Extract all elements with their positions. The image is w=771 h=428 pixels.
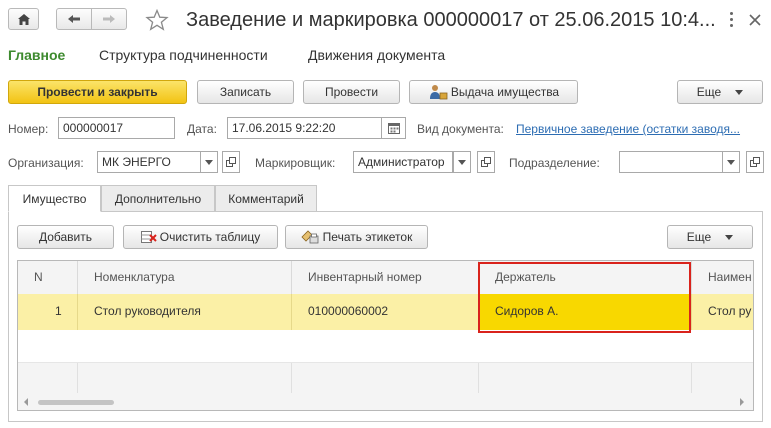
chevron-down-icon [458,159,466,165]
col-item[interactable]: Номенклатура [78,261,292,294]
doctype-label: Вид документа: [417,122,504,136]
col-divider [77,363,78,393]
open-icon [750,157,760,167]
date-picker-button[interactable] [382,117,406,139]
cell-item: Стол руководителя [78,294,292,330]
scrollbar-thumb[interactable] [38,400,114,405]
dept-dropdown-button[interactable] [722,151,740,173]
marker-label: Маркировщик: [255,156,336,170]
nav-structure[interactable]: Структура подчиненности [99,47,268,63]
print-labels-icon [301,230,319,244]
col-divider [291,363,292,393]
tab-comment[interactable]: Комментарий [215,185,317,212]
write-label: Записать [219,85,272,99]
cell-n: 1 [18,294,78,330]
doctype-link[interactable]: Первичное заведение (остатки заводя... [516,122,762,136]
open-icon [226,157,236,167]
org-open-button[interactable] [222,151,240,173]
tab-property-label: Имущество [22,191,87,206]
tab-property[interactable]: Имущество [8,185,101,212]
tab-comment-label: Комментарий [228,191,304,206]
table-empty-row [18,363,753,393]
chevron-down-icon [205,159,213,165]
clear-table-icon [140,231,157,243]
date-label: Дата: [187,122,217,136]
col-divider [478,363,479,393]
post-and-close-label: Провести и закрыть [37,85,158,99]
chevron-down-icon [735,89,744,95]
col-n[interactable]: N [18,261,78,294]
nav-main[interactable]: Главное [8,47,65,63]
post-label: Провести [324,85,379,99]
number-field[interactable]: 000000017 [58,117,175,139]
nav-movements[interactable]: Движения документа [308,47,445,63]
org-label: Организация: [8,156,84,170]
table-more-label: Еще [686,230,712,244]
org-dropdown-button[interactable] [200,151,218,173]
col-divider [691,363,692,393]
clear-table-label: Очистить таблицу [159,230,261,244]
dept-field[interactable] [619,151,737,173]
marker-dropdown-button[interactable] [453,151,471,173]
table-more-button[interactable]: Еще [667,225,753,249]
scroll-right-arrow-icon[interactable] [740,398,744,406]
issue-property-label: Выдача имущества [450,85,560,99]
chevron-down-icon [725,234,734,240]
post-button[interactable]: Провести [303,80,400,104]
close-icon[interactable] [749,14,761,26]
forward-arrow-icon [103,15,115,23]
open-icon [481,157,491,167]
holder-cell-highlight [478,262,691,333]
add-button[interactable]: Добавить [17,225,114,249]
back-button[interactable] [56,8,92,30]
issue-icon [429,85,448,100]
home-button[interactable] [8,8,39,30]
col-inv[interactable]: Инвентарный номер [292,261,479,294]
marker-field[interactable]: Администратор [353,151,453,173]
star-icon[interactable] [145,9,169,31]
date-field[interactable]: 17.06.2015 9:22:20 [227,117,382,139]
add-label: Добавить [38,230,93,244]
chevron-down-icon [727,159,735,165]
dept-open-button[interactable] [746,151,764,173]
print-labels-label: Печать этикеток [322,230,413,244]
cell-inv: 010000060002 [292,294,479,330]
cell-name: Стол ру [708,304,752,318]
forward-button[interactable] [91,8,127,30]
print-labels-button[interactable]: Печать этикеток [285,225,428,249]
horizontal-scrollbar[interactable] [18,393,753,410]
scroll-left-arrow-icon[interactable] [24,398,28,406]
marker-open-button[interactable] [477,151,495,173]
clear-table-button[interactable]: Очистить таблицу [123,225,278,249]
window-title: Заведение и маркировка 000000017 от 25.0… [186,9,716,31]
tab-additional[interactable]: Дополнительно [101,185,215,212]
dept-label: Подразделение: [509,156,600,170]
post-and-close-button[interactable]: Провести и закрыть [8,80,187,104]
more-label: Еще [696,85,722,99]
issue-property-button[interactable]: Выдача имущества [409,80,578,104]
tab-additional-label: Дополнительно [114,191,202,206]
calendar-icon [387,123,400,134]
col-name[interactable]: Наимен [692,261,753,294]
more-icon[interactable] [727,8,737,30]
write-button[interactable]: Записать [197,80,294,104]
table-empty-row [18,330,753,363]
more-button[interactable]: Еще [677,80,763,104]
org-field[interactable]: МК ЭНЕРГО [97,151,201,173]
back-arrow-icon [68,15,80,23]
number-label: Номер: [8,122,49,136]
home-icon [17,13,30,25]
